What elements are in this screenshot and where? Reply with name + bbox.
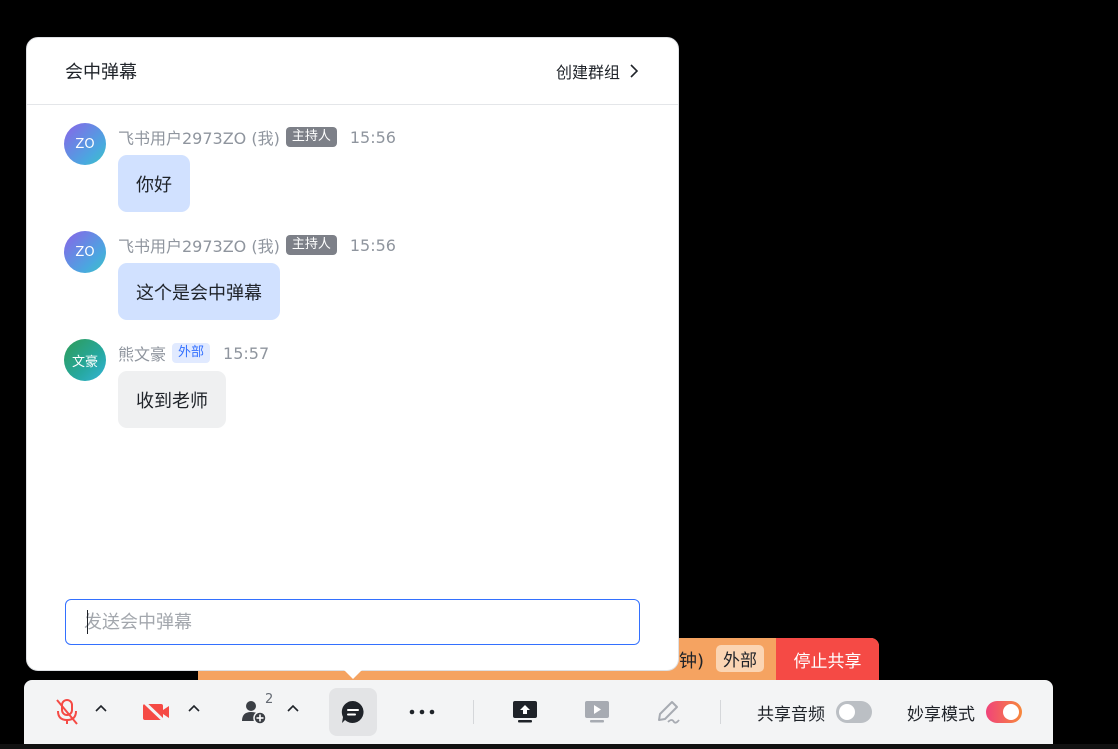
chat-button[interactable] — [329, 688, 377, 736]
sender-name: 飞书用户2973ZO (我) — [118, 237, 280, 256]
smart-share-toggle[interactable] — [986, 701, 1022, 723]
participant-count: 2 — [265, 692, 274, 707]
toolbar-divider — [720, 700, 721, 724]
more-icon — [409, 709, 435, 715]
camera-off-icon — [142, 700, 169, 724]
present-button[interactable] — [582, 688, 612, 736]
mic-muted-icon — [56, 699, 78, 725]
sender-name: 熊文豪 — [118, 345, 167, 364]
chat-icon — [341, 700, 364, 723]
danmaku-input[interactable] — [84, 600, 639, 644]
more-button[interactable] — [404, 688, 440, 736]
message-time: 15:56 — [349, 127, 396, 147]
share-audio-label: 共享音频 — [757, 705, 825, 725]
chevron-up-icon[interactable] — [187, 702, 201, 714]
message-bubble: 这个是会中弹幕 — [118, 263, 280, 320]
text-caret — [87, 610, 88, 634]
share-status-text: 钟) — [679, 651, 705, 672]
toggle-knob — [1003, 704, 1019, 720]
message-bubble: 你好 — [118, 155, 190, 212]
present-icon — [585, 701, 609, 723]
danmaku-panel: 会中弹幕 创建群组 ZO 飞书用户2973ZO (我) 主持人 15:56 你好… — [26, 37, 679, 671]
avatar[interactable]: 文豪 — [64, 339, 106, 381]
mic-button[interactable] — [50, 688, 84, 736]
host-badge: 主持人 — [285, 235, 337, 255]
stop-share-button[interactable]: 停止共享 — [776, 638, 879, 681]
chevron-right-icon — [630, 64, 639, 78]
share-screen-icon — [513, 701, 537, 723]
avatar[interactable]: ZO — [64, 231, 106, 273]
share-screen-button[interactable] — [510, 688, 540, 736]
chevron-up-icon[interactable] — [286, 702, 300, 714]
smart-share-label: 妙享模式 — [907, 705, 975, 725]
message-meta: 熊文豪 外部 15:57 — [118, 341, 269, 365]
host-badge: 主持人 — [285, 127, 337, 147]
message-bubble: 收到老师 — [118, 371, 226, 428]
external-badge: 外部 — [172, 343, 211, 363]
bottom-strip — [0, 744, 1118, 749]
toggle-knob — [839, 704, 855, 720]
message-time: 15:57 — [223, 343, 270, 363]
external-badge: 外部 — [716, 645, 764, 672]
danmaku-input-wrapper — [65, 599, 640, 645]
panel-title: 会中弹幕 — [65, 62, 137, 83]
create-group-label: 创建群组 — [555, 63, 620, 82]
message-time: 15:56 — [349, 235, 396, 255]
meeting-toolbar: 2 共享音频 妙享模式 — [24, 680, 1053, 744]
avatar[interactable]: ZO — [64, 123, 106, 165]
chevron-up-icon[interactable] — [94, 702, 108, 714]
message-meta: 飞书用户2973ZO (我) 主持人 15:56 — [118, 233, 396, 257]
panel-header: 会中弹幕 创建群组 — [27, 38, 678, 105]
panel-pointer — [343, 669, 363, 679]
share-audio-toggle[interactable] — [836, 701, 872, 723]
sender-name: 飞书用户2973ZO (我) — [118, 129, 280, 148]
create-group-button[interactable]: 创建群组 — [556, 59, 640, 83]
annotate-button[interactable] — [654, 688, 684, 736]
message-meta: 飞书用户2973ZO (我) 主持人 15:56 — [118, 125, 396, 149]
camera-button[interactable] — [141, 688, 171, 736]
toolbar-divider — [473, 700, 474, 724]
annotate-icon — [658, 701, 680, 724]
